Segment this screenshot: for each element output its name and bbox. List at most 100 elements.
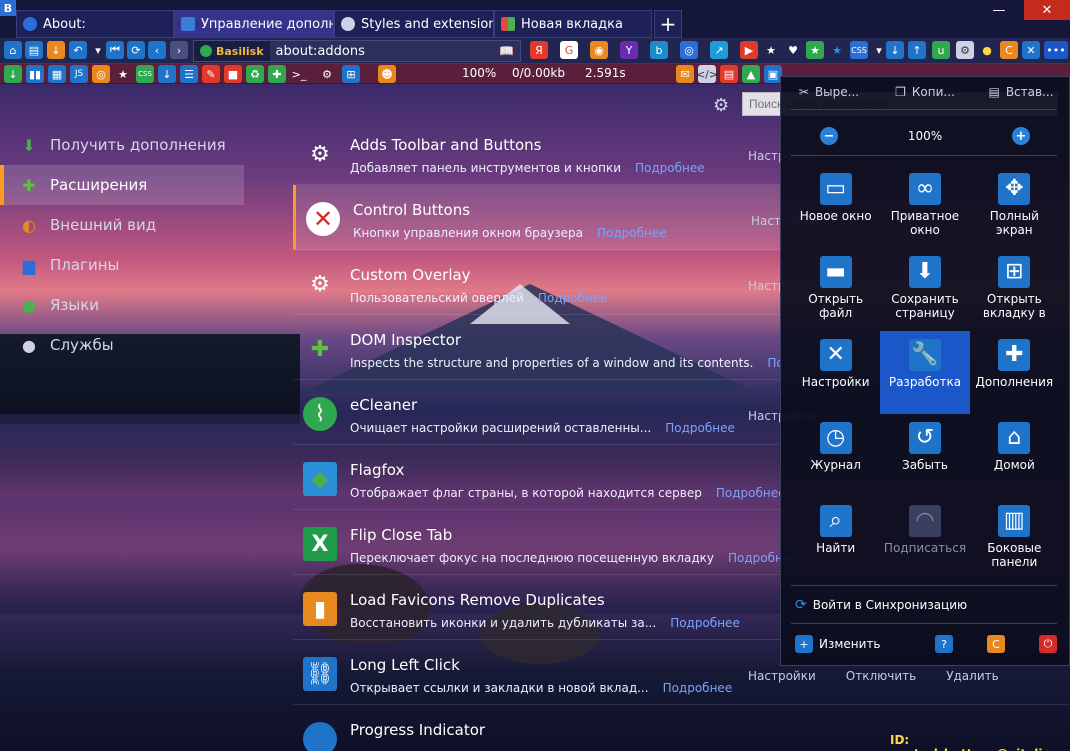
menu-item-home[interactable]: ⌂ Домой xyxy=(970,414,1059,497)
css-icon[interactable]: CSS xyxy=(850,41,868,59)
quit-icon[interactable]: ⏻ xyxy=(1039,635,1057,653)
tab-styles[interactable]: Styles and extensions fo xyxy=(334,10,494,38)
list-icon[interactable]: ☰ xyxy=(180,65,198,83)
category-plugins[interactable]: ▆ Плагины xyxy=(0,245,244,285)
code-icon[interactable]: </> xyxy=(696,65,718,83)
menu-item-history[interactable]: ◷ Журнал xyxy=(791,414,880,497)
copy-button[interactable]: ❐ Копи... xyxy=(877,77,973,107)
minimize-button[interactable]: — xyxy=(984,0,1014,20)
duckduckgo-icon[interactable]: ◉ xyxy=(590,41,608,59)
menu-item-new-window[interactable]: ▭ Новое окно xyxy=(791,165,880,248)
undo-icon[interactable]: ↶ xyxy=(69,41,87,59)
cookie-icon[interactable]: ◎ xyxy=(92,65,110,83)
download-icon[interactable]: ↓ xyxy=(886,41,904,59)
more-link[interactable]: Подробнее xyxy=(665,421,735,435)
pause-icon[interactable]: ▮▮ xyxy=(26,65,44,83)
category-appearance[interactable]: ◐ Внешний вид xyxy=(0,205,244,245)
reload-icon[interactable]: ⟳ xyxy=(127,41,145,59)
url-text[interactable]: about:addons xyxy=(270,44,365,59)
web-icon[interactable]: ◎ xyxy=(680,41,698,59)
close-button[interactable]: ✕ xyxy=(1024,0,1070,20)
heart-icon[interactable]: ♥ xyxy=(784,41,802,59)
tools-icon[interactable]: ✕ xyxy=(1022,41,1040,59)
home-icon[interactable]: ⌂ xyxy=(4,41,22,59)
customize-button[interactable]: Изменить xyxy=(819,637,881,651)
terminal-icon[interactable]: >_ xyxy=(290,65,308,83)
menu-item-find[interactable]: ⌕ Найти xyxy=(791,497,880,580)
star-icon[interactable]: ★ xyxy=(114,65,132,83)
menu-item-developer[interactable]: 🔧 Разработка xyxy=(880,331,970,414)
gear-icon[interactable]: ⚙ xyxy=(956,41,974,59)
tool-icon[interactable]: ✎ xyxy=(202,65,220,83)
bookmark-star-icon[interactable]: ★ xyxy=(828,41,846,59)
zoom-level[interactable]: 100% xyxy=(877,129,973,143)
tools-menu-gear-icon[interactable]: ⚙ xyxy=(713,95,729,116)
image-icon[interactable]: ▦ xyxy=(48,65,66,83)
more-link[interactable]: Подробнее xyxy=(635,161,705,175)
menu-item-open-tab-in[interactable]: ⊞ Открыть вкладку в xyxy=(970,248,1059,331)
menu-item-sidebars[interactable]: ▥ Боковые панели xyxy=(970,497,1059,580)
menu-item-open-file[interactable]: ▬ Открыть файл xyxy=(791,248,880,331)
help-icon[interactable]: ? xyxy=(935,635,953,653)
share-icon[interactable]: ↗ xyxy=(710,41,728,59)
more-link[interactable]: Подробнее xyxy=(670,616,740,630)
user-icon[interactable]: ☻ xyxy=(378,65,396,83)
back-icon[interactable]: ‹ xyxy=(148,41,166,59)
sort-icon[interactable]: ↓ xyxy=(158,65,176,83)
more-link[interactable]: Подробнее xyxy=(663,681,733,695)
print-icon[interactable]: ▤ xyxy=(25,41,43,59)
puzzle-icon[interactable]: ✚ xyxy=(268,65,286,83)
paste-button[interactable]: ▤ Встав... xyxy=(973,77,1069,107)
new-tab-button[interactable]: + xyxy=(654,10,682,38)
identity-box[interactable]: Basilisk xyxy=(194,41,270,61)
ublock-icon[interactable]: u xyxy=(932,41,950,59)
menu-item-settings[interactable]: ✕ Настройки xyxy=(791,331,880,414)
tab-about[interactable]: About: xyxy=(16,10,174,38)
more-link[interactable]: Подробнее xyxy=(538,291,608,305)
tab-addons[interactable]: Управление дополнени xyxy=(174,10,334,38)
recycle-icon[interactable]: ♻ xyxy=(246,65,264,83)
sync-button[interactable]: ⟳ Войти в Синхронизацию xyxy=(795,597,967,613)
addon-settings-button[interactable]: Настройки xyxy=(748,669,816,683)
more-link[interactable]: Подробнее xyxy=(597,226,667,240)
category-extensions[interactable]: ✚ Расширения xyxy=(0,165,244,205)
lightbulb-icon[interactable]: ● xyxy=(978,41,996,59)
menu-item-forget[interactable]: ↺ Забыть xyxy=(880,414,969,497)
addon-disable-button[interactable]: Отключить xyxy=(846,669,916,683)
restart-icon[interactable]: C xyxy=(987,635,1005,653)
zoom-in-icon[interactable]: + xyxy=(1012,127,1030,145)
forward-icon[interactable]: › xyxy=(170,41,188,59)
category-languages[interactable]: ● Языки xyxy=(0,285,244,325)
more-link[interactable]: Подробнее xyxy=(716,486,786,500)
upload-icon[interactable]: ↑ xyxy=(908,41,926,59)
gear-icon[interactable]: ⚙ xyxy=(318,65,336,83)
star-icon[interactable]: ★ xyxy=(762,41,780,59)
menu-button-icon[interactable]: ••• xyxy=(1044,41,1068,59)
download-icon[interactable]: ↓ xyxy=(4,65,22,83)
tab-new[interactable]: Новая вкладка xyxy=(494,10,652,38)
js-icon[interactable]: JS xyxy=(70,65,88,83)
car-icon[interactable]: ■ xyxy=(224,65,242,83)
restart-icon[interactable]: C xyxy=(1000,41,1018,59)
menu-item-fullscreen[interactable]: ✥ Полный экран xyxy=(970,165,1059,248)
addon-remove-button[interactable]: Удалить xyxy=(946,669,999,683)
category-get-addons[interactable]: ⬇ Получить дополнения xyxy=(0,125,244,165)
yahoo-icon[interactable]: Y xyxy=(620,41,638,59)
url-bar[interactable]: Basilisk about:addons 📖 xyxy=(193,40,521,62)
chevron-down-icon[interactable]: ▾ xyxy=(89,41,107,59)
download-icon[interactable]: ↓ xyxy=(47,41,65,59)
first-icon[interactable]: ⏮ xyxy=(106,41,124,59)
menu-item-addons[interactable]: ✚ Дополнения xyxy=(970,331,1059,414)
category-services[interactable]: ● Службы xyxy=(0,325,244,365)
star-green-icon[interactable]: ★ xyxy=(806,41,824,59)
android-icon[interactable]: ▲ xyxy=(742,65,760,83)
yandex-icon[interactable]: Я xyxy=(530,41,548,59)
bing-icon[interactable]: b xyxy=(650,41,668,59)
menu-item-private-window[interactable]: ∞ Приватное окно xyxy=(880,165,969,248)
reader-icon[interactable]: 📖 xyxy=(499,44,514,58)
mail-icon[interactable]: ✉ xyxy=(676,65,694,83)
zoom-out-icon[interactable]: − xyxy=(820,127,838,145)
video-icon[interactable]: ▶ xyxy=(740,41,758,59)
css-icon[interactable]: CSS xyxy=(136,65,154,83)
google-icon[interactable]: G xyxy=(560,41,578,59)
